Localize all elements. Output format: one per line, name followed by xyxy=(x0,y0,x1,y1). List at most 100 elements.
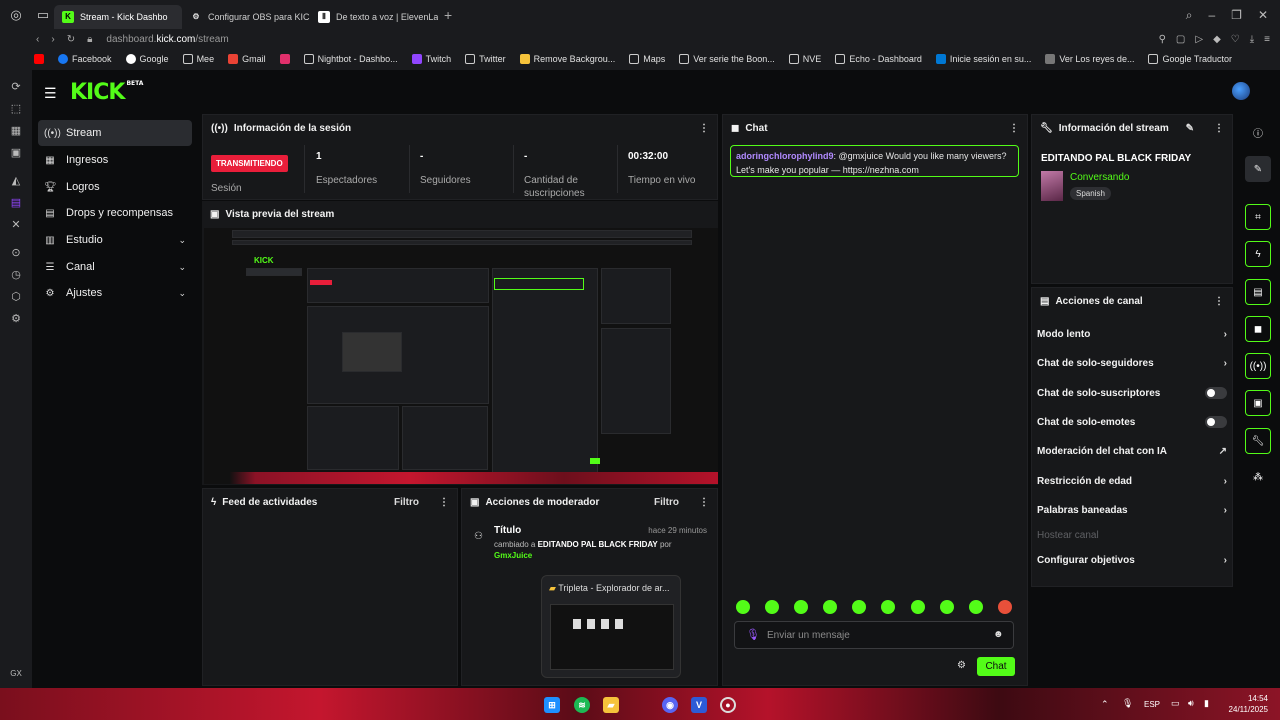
discord-icon[interactable]: ◉ xyxy=(662,697,678,713)
snapshot-icon[interactable]: ▢ xyxy=(1176,34,1185,45)
kick-logo[interactable]: KICK BETA xyxy=(70,80,143,105)
emote-icon[interactable] xyxy=(881,600,895,614)
share-icon[interactable]: ⁂ xyxy=(1253,472,1263,483)
nav-item-drops[interactable]: ▤ Drops y recompensas xyxy=(38,200,192,226)
emoji-picker-icon[interactable]: ☻ xyxy=(993,629,1004,640)
tab-obs[interactable]: ⚙ Configurar OBS para KICK xyxy=(182,5,310,29)
chat-send-button[interactable]: Chat xyxy=(977,657,1015,676)
filter-button[interactable]: Filtro xyxy=(654,497,679,508)
notes-icon[interactable]: ▤ xyxy=(1245,279,1271,305)
history-icon[interactable]: ◷ xyxy=(11,268,21,281)
language-indicator[interactable]: ESP xyxy=(1144,700,1160,709)
nav-item-estudio[interactable]: ▥ Estudio ⌄ xyxy=(38,227,192,253)
shield-icon[interactable]: ◆ xyxy=(1213,34,1221,45)
emote-icon[interactable] xyxy=(969,600,983,614)
chat-input[interactable]: Enviar un mensaje xyxy=(734,621,1014,649)
subscribers-only-toggle[interactable] xyxy=(1205,387,1227,399)
moderation-icon[interactable]: ▣ xyxy=(1245,390,1271,416)
emote-icon[interactable] xyxy=(794,600,808,614)
bookmark-item[interactable]: Ver Los reyes de... xyxy=(1045,54,1134,64)
battery-icon[interactable]: ▮ xyxy=(1204,698,1209,709)
pin-icon[interactable]: ⚲ xyxy=(1159,34,1166,45)
nav-item-logros[interactable]: 🏆︎ Logros xyxy=(38,174,192,200)
bookmark-item[interactable]: Twitch xyxy=(411,54,451,64)
more-options-icon[interactable]: ⋮ xyxy=(1009,123,1019,134)
action-configure-goals[interactable]: Configurar objetivos › xyxy=(1037,550,1227,570)
emote-icon[interactable] xyxy=(765,600,779,614)
opera-menu-icon[interactable]: ◎ xyxy=(0,0,32,30)
emotes-only-toggle[interactable] xyxy=(1205,416,1227,428)
user-avatar[interactable] xyxy=(1232,82,1250,100)
action-followers-only[interactable]: Chat de solo-seguidores › xyxy=(1037,353,1227,373)
close-icon[interactable]: ✕ xyxy=(1258,8,1268,23)
bookmark-youtube[interactable] xyxy=(34,54,44,64)
bookmark-item[interactable]: Ver serie the Boon... xyxy=(679,54,775,64)
bookmark-item[interactable]: Mee xyxy=(182,54,214,64)
minimize-icon[interactable]: – xyxy=(1208,8,1215,23)
new-tab-icon[interactable]: + xyxy=(444,7,452,23)
more-options-icon[interactable]: ⋮ xyxy=(699,123,709,134)
windows-start-icon[interactable]: ⊞ xyxy=(544,697,560,713)
url-field[interactable]: dashboard.kick.com/stream xyxy=(106,34,228,45)
more-options-icon[interactable]: ⋮ xyxy=(1214,123,1224,134)
more-options-icon[interactable]: ⋮ xyxy=(439,497,449,508)
restore-icon[interactable]: ❐ xyxy=(1231,8,1242,23)
filter-button[interactable]: Filtro xyxy=(394,497,419,508)
bookmark-item[interactable]: Remove Backgrou... xyxy=(519,54,615,64)
bookmark-item[interactable]: Google Traductor xyxy=(1148,54,1232,64)
speed-dial-icon[interactable]: ⟳ xyxy=(11,80,20,93)
twitch-sidebar-icon[interactable]: ▤ xyxy=(11,196,21,209)
mod-entry-user[interactable]: GmxJuice xyxy=(494,551,532,560)
chat-icon[interactable]: ◼ xyxy=(1245,316,1271,342)
nav-item-canal[interactable]: ☰ Canal ⌄ xyxy=(38,254,192,280)
edit-icon[interactable]: ✎ xyxy=(1245,156,1271,182)
reload-icon[interactable]: ↻ xyxy=(67,34,75,45)
emote-icon[interactable] xyxy=(823,600,837,614)
kick-sidebar-icon[interactable]: ◭ xyxy=(12,174,20,187)
play-icon[interactable]: ▷ xyxy=(1195,34,1203,45)
settings-icon[interactable]: ⚙ xyxy=(11,312,21,325)
bag-icon[interactable]: ⬚ xyxy=(11,102,21,115)
obs-icon[interactable]: ● xyxy=(720,697,736,713)
bookmark-item[interactable]: Google xyxy=(125,54,169,64)
chat-username[interactable]: adoringchlorophylind9 xyxy=(736,151,834,161)
tab-stream[interactable]: K Stream - Kick Dashbo xyxy=(54,4,182,29)
nav-item-ajustes[interactable]: ⚙ Ajustes ⌄ xyxy=(38,280,192,306)
stream-preview-video[interactable]: KICK xyxy=(204,228,718,484)
bookmark-item[interactable]: Nightbot - Dashbo... xyxy=(303,54,398,64)
vegas-icon[interactable]: V xyxy=(691,697,707,713)
download-icon[interactable]: ⤓ xyxy=(1250,34,1254,45)
bookmark-item[interactable]: Inicie sesión en su... xyxy=(935,54,1031,64)
bookmark-item[interactable]: Gmail xyxy=(228,54,266,64)
broadcast-icon[interactable]: ((•)) xyxy=(1245,353,1271,379)
info-icon[interactable]: ⓘ xyxy=(1253,125,1263,140)
emote-icon[interactable] xyxy=(736,600,750,614)
emote-icon[interactable] xyxy=(911,600,925,614)
heart-icon[interactable]: ♡ xyxy=(1231,34,1240,45)
news-icon[interactable]: ▣ xyxy=(11,146,21,159)
action-age-restriction[interactable]: Restricción de edad › xyxy=(1037,471,1227,491)
bolt-icon[interactable]: ϟ xyxy=(1245,241,1271,267)
bookmark-item[interactable]: Twitter xyxy=(465,54,506,64)
more-options-icon[interactable]: ⋮ xyxy=(1214,296,1224,307)
tab-elevenlabs[interactable]: Ⅱ De texto a voz | ElevenLab xyxy=(310,5,438,29)
action-ai-moderation[interactable]: Moderación del chat con IA ↗ xyxy=(1037,441,1227,461)
action-banned-words[interactable]: Palabras baneadas › xyxy=(1037,500,1227,520)
nav-item-ingresos[interactable]: ▦ Ingresos xyxy=(38,147,192,173)
clip-icon[interactable]: ⌗ xyxy=(1245,204,1271,230)
menu-icon[interactable]: ≡ xyxy=(1264,34,1270,45)
back-icon[interactable]: ‹ xyxy=(36,34,39,45)
edit-icon[interactable]: ✎ xyxy=(1186,123,1194,134)
nav-item-stream[interactable]: ((•)) Stream xyxy=(38,120,192,146)
search-icon[interactable]: ⌕ xyxy=(1186,8,1193,23)
emote-icon[interactable] xyxy=(940,600,954,614)
mic-tray-icon[interactable]: 🎙︎ xyxy=(1122,698,1133,709)
emote-icon[interactable] xyxy=(998,600,1012,614)
action-slow-mode[interactable]: Modo lento › xyxy=(1037,324,1227,344)
x-sidebar-icon[interactable]: ✕ xyxy=(11,218,20,231)
stream-category[interactable]: Conversando xyxy=(1070,172,1129,183)
emote-icon[interactable] xyxy=(852,600,866,614)
clock[interactable]: 14:54 24/11/2025 xyxy=(1226,693,1268,715)
chat-settings-icon[interactable]: ⚙ xyxy=(957,660,966,671)
player-icon[interactable]: ⊙ xyxy=(11,246,20,259)
